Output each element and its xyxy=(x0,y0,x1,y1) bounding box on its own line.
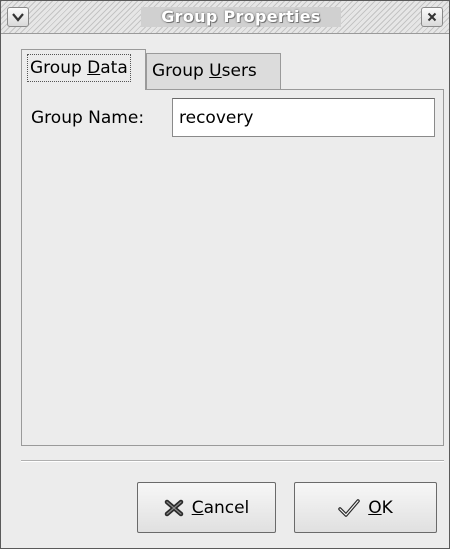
ok-button[interactable]: OK xyxy=(294,482,437,533)
separator xyxy=(21,460,444,462)
tab-label-prefix: Group xyxy=(30,58,88,78)
ok-label-rest: K xyxy=(381,497,393,518)
group-name-field[interactable] xyxy=(172,98,435,137)
ok-label: OK xyxy=(368,498,393,518)
tab-group-data[interactable]: Group Data xyxy=(21,49,146,90)
group-data-panel: Group Name: xyxy=(21,89,444,446)
tab-group-users[interactable]: Group Users xyxy=(146,53,281,89)
cancel-label-rest: ancel xyxy=(203,497,250,518)
tab-label-suffix: ata xyxy=(100,58,128,78)
tab-mnemonic: U xyxy=(209,61,222,81)
cancel-label: Cancel xyxy=(192,498,250,518)
window-close-button[interactable] xyxy=(421,7,443,27)
tab-label-suffix: sers xyxy=(221,61,257,81)
cancel-button[interactable]: Cancel xyxy=(137,482,276,533)
chevron-down-icon xyxy=(12,13,24,22)
cancel-x-icon xyxy=(164,499,184,517)
window-menu-button[interactable] xyxy=(7,7,29,27)
tab-label-prefix: Group xyxy=(152,61,210,81)
title-bar[interactable]: Group Properties xyxy=(1,1,449,34)
tab-group-data-label: Group Data xyxy=(27,54,131,82)
cancel-mnemonic: C xyxy=(191,497,204,518)
checkmark-icon xyxy=(338,498,360,518)
group-name-label: Group Name: xyxy=(31,108,145,128)
group-properties-dialog: Group Properties Group Data Group Users … xyxy=(0,0,450,549)
ok-mnemonic: O xyxy=(368,497,382,518)
window-title: Group Properties xyxy=(141,7,341,27)
tab-mnemonic: D xyxy=(87,58,101,78)
close-icon xyxy=(427,12,437,22)
